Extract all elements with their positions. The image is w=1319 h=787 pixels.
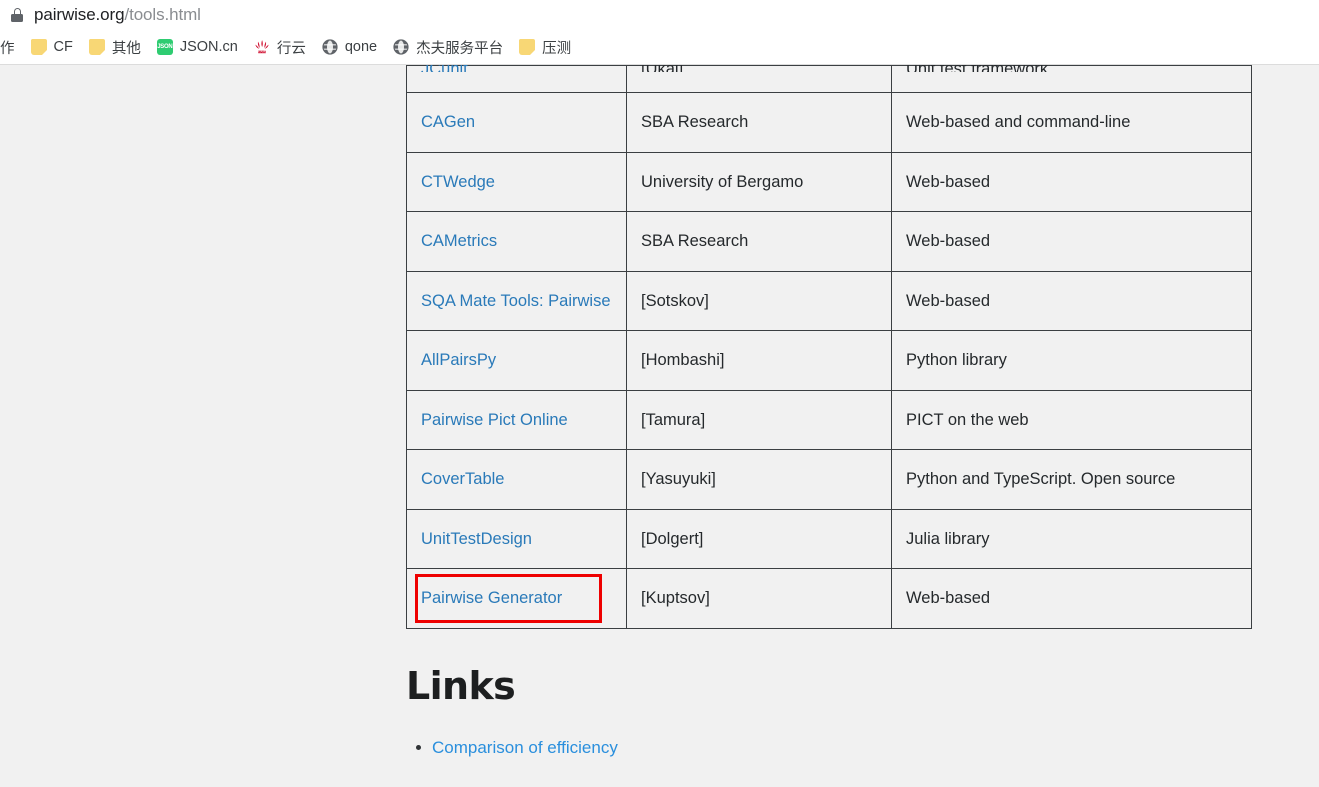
table-cell-author: [Tamura] (626, 389, 892, 451)
list-item: Comparison of efficiency (416, 734, 1206, 761)
url-host: pairwise.org (34, 5, 125, 24)
table-cell-name: Pairwise Generator (406, 568, 627, 629)
tool-link[interactable]: CAMetrics (421, 232, 497, 250)
bookmark-label: 其他 (111, 40, 141, 57)
bookmark-item-other[interactable]: 其他 (82, 35, 148, 59)
table-cell-name: Pairwise Pict Online (406, 389, 627, 451)
table-cell-author: SBA Research (626, 92, 892, 153)
bookmark-label: 行云 (276, 40, 306, 57)
tool-link[interactable]: CAGen (421, 113, 475, 131)
table-row: SQA Mate Tools: Pairwise [Sotskov] Web-b… (406, 270, 1252, 332)
tool-link[interactable]: Pairwise Generator (421, 589, 562, 607)
tool-link[interactable]: CoverTable (421, 470, 504, 488)
bookmark-label: 压测 (542, 40, 572, 57)
tool-link[interactable]: SQA Mate Tools: Pairwise (421, 292, 611, 310)
folder-icon (30, 39, 47, 55)
content-column: JCunit [Ukai] Unit test framework CAGen … (406, 65, 1252, 761)
url-text[interactable]: pairwise.org/tools.html (34, 5, 201, 25)
tool-link[interactable]: AllPairsPy (421, 351, 496, 369)
table-cell-author: [Yasuyuki] (626, 449, 892, 510)
table-cell-name: CAMetrics (406, 211, 627, 272)
svg-text:HUAWEI: HUAWEI (257, 51, 266, 54)
bookmark-item-jiefu-platform[interactable]: 杰夫服务平台 (386, 35, 510, 59)
globe-icon (393, 39, 409, 55)
folder-icon (519, 39, 536, 55)
address-bar[interactable]: pairwise.org/tools.html (0, 0, 1319, 30)
table-cell-name: CAGen (406, 92, 627, 153)
bookmark-label: 杰夫服务平台 (416, 40, 504, 57)
json-badge-icon: JSON (156, 39, 173, 55)
table-cell-author: [Hombashi] (626, 330, 892, 391)
tool-link[interactable]: JCunit (421, 65, 468, 72)
bookmark-label: qone (344, 39, 378, 55)
tools-table-body: JCunit [Ukai] Unit test framework CAGen … (406, 65, 1252, 629)
table-cell-description: Unit test framework (891, 65, 1252, 93)
table-cell-description: Python library (891, 330, 1252, 391)
page-viewport: JCunit [Ukai] Unit test framework CAGen … (0, 65, 1319, 787)
lock-icon[interactable] (10, 7, 24, 23)
table-row: CoverTable [Yasuyuki] Python and TypeScr… (406, 449, 1252, 510)
browser-chrome: pairwise.org/tools.html 作 CF 其他 JSON JSO… (0, 0, 1319, 65)
table-cell-name: CoverTable (406, 449, 627, 510)
table-cell-description: Web-based (891, 151, 1252, 213)
table-row: CAMetrics SBA Research Web-based (406, 211, 1252, 272)
table-cell-description: Julia library (891, 508, 1252, 570)
huawei-icon: HUAWEI (254, 39, 270, 55)
table-row: Pairwise Pict Online [Tamura] PICT on th… (406, 389, 1252, 451)
table-cell-description: Web-based and command-line (891, 92, 1252, 153)
table-row: JCunit [Ukai] Unit test framework (406, 65, 1252, 93)
tool-link[interactable]: UnitTestDesign (421, 530, 532, 548)
table-cell-author: [Dolgert] (626, 508, 892, 570)
table-cell-author: [Kuptsov] (626, 568, 892, 629)
description-text: Unit test framework (906, 65, 1251, 72)
folder-icon (88, 39, 105, 55)
bookmark-label: JSON.cn (179, 39, 238, 55)
table-cell-name: CTWedge (406, 151, 627, 213)
section-heading-links: Links (406, 663, 516, 708)
table-cell-description: PICT on the web (891, 389, 1252, 451)
bookmark-item-cf[interactable]: CF (24, 35, 80, 59)
url-path: /tools.html (124, 5, 201, 24)
table-cell-name: JCunit (406, 65, 627, 93)
bookmark-item-0[interactable]: 作 (0, 35, 22, 59)
table-row: CTWedge University of Bergamo Web-based (406, 151, 1252, 213)
table-cell-description: Web-based (891, 211, 1252, 272)
table-cell-name: UnitTestDesign (406, 508, 627, 570)
link-comparison-of-efficiency[interactable]: Comparison of efficiency (432, 738, 618, 757)
bookmark-item-stress-test[interactable]: 压测 (512, 35, 578, 59)
table-cell-description: Python and TypeScript. Open source (891, 449, 1252, 510)
globe-icon (322, 39, 338, 55)
tool-link[interactable]: CTWedge (421, 173, 495, 191)
table-cell-author: [Sotskov] (626, 270, 892, 332)
author-text: [Ukai] (641, 65, 891, 72)
table-cell-author: [Ukai] (626, 65, 892, 93)
table-cell-description: Web-based (891, 568, 1252, 629)
tool-link[interactable]: Pairwise Pict Online (421, 411, 568, 429)
table-cell-author: University of Bergamo (626, 151, 892, 213)
table-cell-description: Web-based (891, 270, 1252, 332)
table-cell-name: SQA Mate Tools: Pairwise (406, 270, 627, 332)
bookmark-item-json-cn[interactable]: JSON JSON.cn (150, 35, 245, 59)
table-row: Pairwise Generator [Kuptsov] Web-based (406, 568, 1252, 629)
bookmark-label: CF (53, 39, 73, 55)
table-row: CAGen SBA Research Web-based and command… (406, 92, 1252, 153)
table-row: AllPairsPy [Hombashi] Python library (406, 330, 1252, 391)
links-list: Comparison of efficiency (406, 734, 1206, 761)
bookmark-item-xingyun[interactable]: HUAWEI 行云 (247, 35, 313, 59)
table-cell-author: SBA Research (626, 211, 892, 272)
table-cell-name: AllPairsPy (406, 330, 627, 391)
table-row: UnitTestDesign [Dolgert] Julia library (406, 508, 1252, 570)
bookmark-label: 作 (0, 40, 15, 57)
bookmarks-bar[interactable]: 作 CF 其他 JSON JSON.cn HUAWEI 行云 qone 杰夫服务… (0, 30, 1319, 65)
bookmark-item-qone[interactable]: qone (315, 35, 384, 59)
tools-table: JCunit [Ukai] Unit test framework CAGen … (406, 65, 1252, 629)
links-section: Links Comparison of efficiency (406, 664, 1206, 761)
